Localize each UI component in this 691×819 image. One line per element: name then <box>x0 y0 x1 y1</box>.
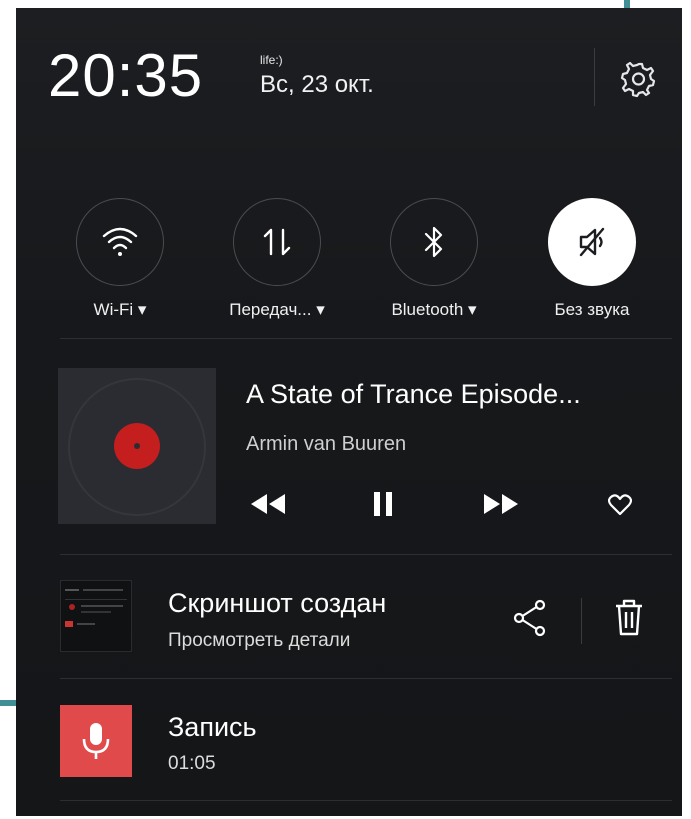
trash-icon <box>616 599 642 636</box>
divider <box>60 800 672 801</box>
gear-icon <box>620 61 656 98</box>
next-button[interactable] <box>484 494 518 519</box>
screenshot-preview <box>65 589 127 627</box>
album-art[interactable] <box>58 368 216 524</box>
rewind-icon <box>251 494 285 514</box>
vinyl-hole <box>134 443 140 449</box>
fast-forward-icon <box>484 494 518 514</box>
carrier-name: life:) <box>260 53 283 67</box>
notification-title-recording: Запись <box>168 712 257 742</box>
share-button[interactable] <box>512 598 548 643</box>
action-divider <box>581 598 582 644</box>
screenshot-thumbnail[interactable] <box>60 580 132 652</box>
header-divider <box>594 48 595 106</box>
share-icon <box>513 599 546 637</box>
pause-button[interactable] <box>372 492 394 521</box>
settings-button[interactable] <box>618 58 660 100</box>
notification-subtitle-screenshot[interactable]: Просмотреть детали <box>168 630 350 652</box>
toggle-data-transfer[interactable] <box>233 198 321 286</box>
toggle-mute[interactable] <box>548 198 636 286</box>
track-artist: Armin van Buuren <box>246 433 407 455</box>
toggle-label-wifi[interactable]: Wi-Fi ▾ <box>94 300 147 320</box>
divider <box>60 338 672 339</box>
heart-icon <box>607 494 633 516</box>
bluetooth-icon <box>424 226 443 258</box>
clock: 20:35 <box>48 42 204 109</box>
divider <box>60 554 672 555</box>
data-transfer-icon <box>263 228 291 256</box>
notification-shade: 20:35 life:) Вс, 23 окт. Wi-Fi ▾ Передач… <box>16 8 682 816</box>
mute-icon <box>579 227 605 257</box>
track-title: A State of Trance Episode... <box>246 379 581 409</box>
divider <box>60 678 672 679</box>
delete-button[interactable] <box>614 598 644 643</box>
frame-accent-top <box>624 0 630 8</box>
wifi-icon <box>102 227 138 256</box>
toggle-wifi[interactable] <box>76 198 164 286</box>
microphone-icon <box>82 723 110 759</box>
toggle-bluetooth[interactable] <box>390 198 478 286</box>
toggle-label-bluetooth[interactable]: Bluetooth ▾ <box>391 300 476 320</box>
toggle-label-mute: Без звука <box>554 300 630 319</box>
recorder-app-icon[interactable] <box>60 705 132 777</box>
date: Вс, 23 окт. <box>260 71 374 98</box>
frame-accent-left <box>0 700 16 706</box>
favorite-button[interactable] <box>607 494 633 521</box>
notification-title-screenshot: Скриншот создан <box>168 588 387 618</box>
pause-icon <box>374 492 392 516</box>
previous-button[interactable] <box>251 494 285 519</box>
notification-subtitle-recording: 01:05 <box>168 753 216 774</box>
toggle-label-data-transfer[interactable]: Передач... ▾ <box>229 300 325 320</box>
